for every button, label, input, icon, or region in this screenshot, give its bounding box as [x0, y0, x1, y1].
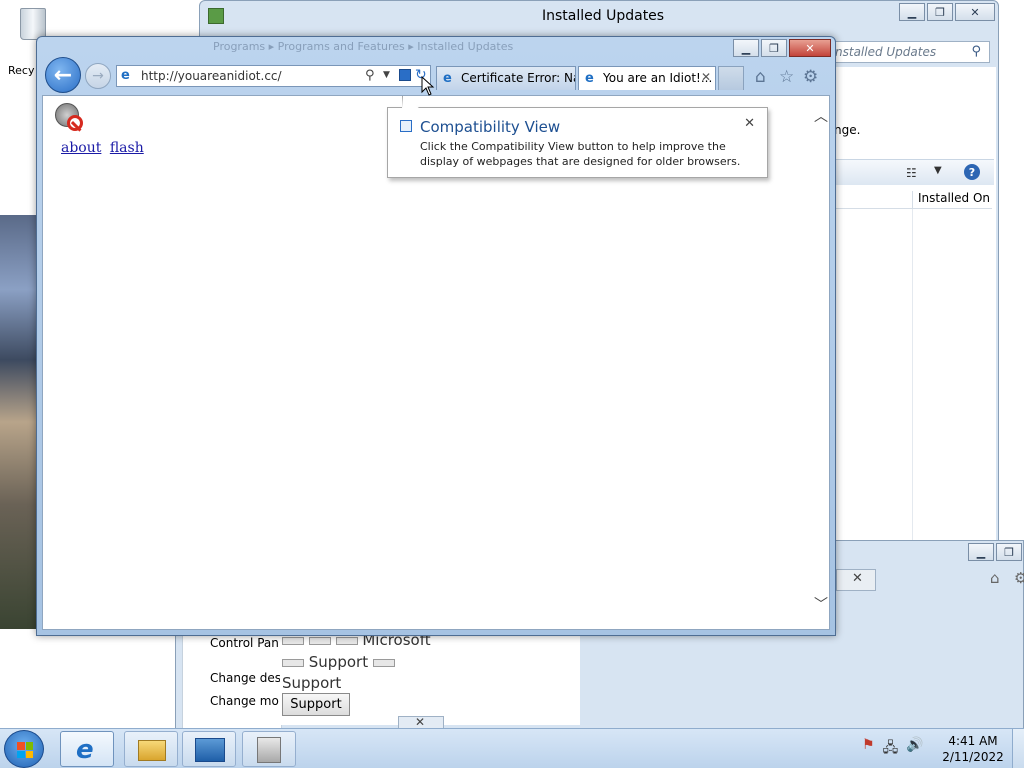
updates-title: Installed Updates [542, 8, 665, 24]
gear-icon[interactable]: ⚙ [803, 67, 818, 87]
control-panel-link[interactable]: Control Pan [210, 636, 279, 650]
windows-logo-icon [17, 742, 33, 758]
tab-label: Certificate Error: Na... [461, 71, 575, 85]
close-button[interactable]: ✕ [789, 39, 831, 57]
about-link[interactable]: about [61, 140, 101, 156]
view-list-icon[interactable]: ☷ [906, 166, 917, 180]
favorites-star-icon[interactable]: ☆ [779, 67, 794, 87]
support-button[interactable]: Support [282, 693, 350, 716]
compatibility-view-icon [400, 120, 412, 132]
broken-image-icon [335, 636, 358, 645]
close-button[interactable]: ✕ [955, 3, 995, 21]
column-installed-on[interactable]: Installed On [912, 191, 992, 209]
volume-icon[interactable]: 🔊 [906, 737, 923, 761]
installer-icon [257, 737, 281, 763]
tooltip-body: Click the Compatibility View button to h… [420, 140, 741, 168]
minimize-button[interactable]: ▁ [899, 3, 925, 21]
tab-certificate-error[interactable]: e Certificate Error: Na... [436, 66, 576, 90]
clock-time: 4:41 AM [948, 734, 998, 748]
clock-date: 2/11/2022 [942, 750, 1004, 764]
support-text: Support [308, 653, 369, 671]
taskbar: e ⚑ 🖧 🔊 4:41 AM 2/11/2022 [0, 728, 1024, 768]
url-text[interactable]: http://youareanidiot.cc/ [141, 69, 282, 83]
clock[interactable]: 4:41 AM 2/11/2022 [940, 733, 1006, 765]
search-placeholder: nstalled Updates [835, 45, 937, 59]
close-icon[interactable]: ✕ [744, 116, 755, 131]
recycle-bin-label: Recy [8, 64, 35, 77]
internet-explorer-icon: e [76, 735, 94, 765]
forward-button[interactable]: → [85, 63, 111, 89]
arrow-left-icon: ← [53, 62, 73, 88]
chevron-down-icon[interactable]: ▼ [934, 165, 942, 176]
broken-image-icon [308, 636, 331, 645]
maximize-button[interactable]: ❐ [927, 3, 953, 21]
flash-link[interactable]: flash [110, 140, 144, 156]
wallpaper [0, 215, 40, 629]
home-icon[interactable]: ⌂ [990, 569, 1000, 587]
ie-page-icon: e [585, 71, 594, 86]
gear-icon[interactable]: ⚙ [1014, 569, 1024, 587]
show-desktop-button[interactable] [1012, 729, 1024, 768]
blocked-icon [67, 115, 83, 131]
updates-titlebar[interactable]: Installed Updates ▁ ❐ ✕ [200, 1, 998, 31]
chevron-down-icon[interactable]: ﹀ [814, 594, 828, 614]
tab-you-are-an-idiot[interactable]: e You are an Idiot!... ✕ [578, 66, 716, 90]
taskbar-explorer[interactable] [124, 731, 178, 767]
tooltip-title: Compatibility View [420, 118, 561, 136]
broken-image-icon [372, 658, 395, 667]
help-icon[interactable]: ? [964, 164, 980, 180]
network-icon[interactable]: 🖧 [883, 737, 899, 761]
ie-page-icon: e [121, 68, 130, 83]
compatibility-view-button[interactable] [399, 69, 411, 81]
change-mouse-link[interactable]: Change mo [210, 694, 279, 708]
updates-toolbar: ☷ ▼ ? [834, 159, 994, 185]
home-icon[interactable]: ⌂ [755, 67, 766, 87]
address-bar[interactable]: e http://youareanidiot.cc/ ⚲ ▼ ↻ [116, 65, 431, 87]
change-desktop-link[interactable]: Change des [210, 671, 281, 685]
taskbar-installer[interactable] [242, 731, 296, 767]
action-center-flag-icon[interactable]: ⚑ [862, 737, 875, 761]
description-text: nge. [834, 123, 861, 137]
column-divider [912, 209, 913, 549]
arrow-right-icon: → [92, 68, 104, 84]
folder-icon [138, 740, 166, 761]
search-icon[interactable]: ⚲ [365, 68, 375, 83]
new-tab-button[interactable] [718, 66, 744, 90]
ie-page-icon: e [443, 71, 452, 86]
broken-image-icon [282, 658, 304, 667]
control-panel-icon [195, 738, 225, 762]
close-icon[interactable]: ✕ [415, 715, 425, 729]
close-icon[interactable]: ✕ [852, 571, 863, 586]
back-button[interactable]: ← [45, 57, 81, 93]
close-tab-icon[interactable]: ✕ [701, 70, 711, 84]
support-row: Support [282, 653, 395, 671]
blocked-plugin-icon[interactable] [55, 103, 83, 131]
start-button[interactable] [4, 730, 44, 768]
tooltip-pointer [402, 96, 419, 108]
minimize-button[interactable]: ▁ [733, 39, 759, 57]
minimize-button[interactable]: ▁ [968, 543, 994, 561]
maximize-button[interactable]: ❐ [996, 543, 1022, 561]
chevron-down-icon[interactable]: ▼ [383, 70, 390, 80]
tab-label: You are an Idiot!... [603, 71, 713, 85]
control-panel-icon [208, 8, 224, 24]
page-links: about flash [61, 140, 148, 156]
compatibility-view-tooltip: Compatibility View Click the Compatibili… [387, 96, 768, 178]
vertical-scrollbar[interactable]: ︿ ﹀ [811, 96, 829, 629]
taskbar-internet-explorer[interactable]: e [60, 731, 114, 767]
system-tray: ⚑ 🖧 🔊 [862, 737, 924, 761]
chevron-up-icon[interactable]: ︿ [814, 106, 828, 126]
taskbar-control-panel[interactable] [182, 731, 236, 767]
search-icon[interactable]: ⚲ [971, 44, 981, 59]
maximize-button[interactable]: ❐ [761, 39, 787, 57]
background-breadcrumb: Programs ▸ Programs and Features ▸ Insta… [213, 40, 514, 53]
list-header: Installed On [834, 189, 992, 209]
broken-image-icon [282, 636, 304, 645]
search-input[interactable]: nstalled Updates ⚲ [830, 41, 990, 63]
support-text: Support [282, 674, 342, 692]
